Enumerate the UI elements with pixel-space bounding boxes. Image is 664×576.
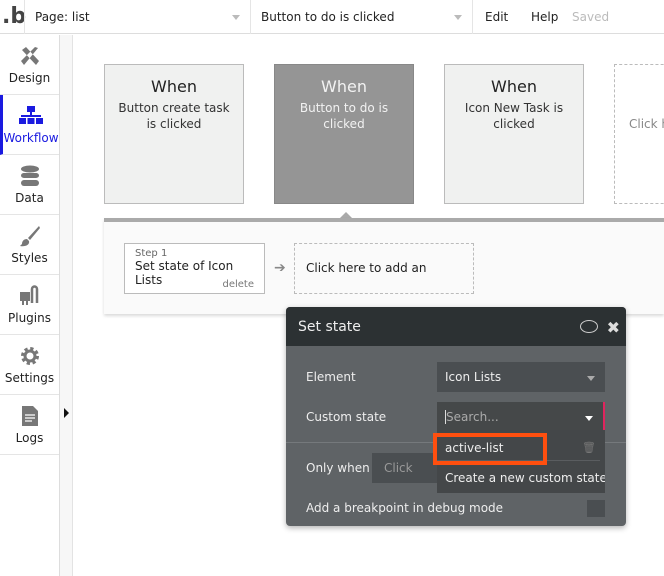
top-bar: .b Page: list Button to do is clicked Ed… xyxy=(0,0,664,34)
add-event-text: Click h xyxy=(629,117,664,131)
delete-step-link[interactable]: delete xyxy=(222,279,254,290)
sidebar-item-workflow[interactable]: Workflow xyxy=(0,95,59,155)
sidebar-item-label: Styles xyxy=(11,251,48,265)
action-step[interactable]: Step 1 Set state of Icon Lists delete xyxy=(124,243,265,294)
panel-title: Set state xyxy=(298,319,361,335)
breakpoint-checkbox[interactable] xyxy=(587,500,605,517)
chevron-down-icon xyxy=(585,416,593,421)
design-icon xyxy=(0,35,59,71)
sidebar-item-plugins[interactable]: Plugins xyxy=(0,275,59,335)
highlight-box xyxy=(433,433,547,465)
custom-state-placeholder: Search... xyxy=(445,410,499,424)
plug-icon xyxy=(0,275,59,311)
workflow-icon xyxy=(3,95,59,131)
panel-header: Set state ✖ xyxy=(286,307,626,346)
only-when-placeholder: Click xyxy=(384,461,413,475)
sidebar-item-data[interactable]: Data xyxy=(0,155,59,215)
event-when: When xyxy=(321,77,367,96)
breakpoint-label: Add a breakpoint in debug mode xyxy=(306,501,504,515)
step-label: Step 1 xyxy=(135,248,168,259)
actions-bar: Step 1 Set state of Icon Lists delete ➔ … xyxy=(104,218,664,324)
event-when: When xyxy=(491,77,537,96)
sidebar: Design Workflow Data Styles Plugins Sett… xyxy=(0,35,60,576)
element-select[interactable]: Icon Lists xyxy=(437,362,605,392)
add-action-button[interactable]: Click here to add an action... xyxy=(294,243,474,324)
sidebar-item-label: Settings xyxy=(4,371,55,385)
element-value: Icon Lists xyxy=(445,370,502,384)
event-card-selected[interactable]: When Button to do is clicked xyxy=(274,64,414,204)
only-when-label: Only when xyxy=(306,461,370,475)
element-label: Element xyxy=(306,370,356,384)
close-icon[interactable]: ✖ xyxy=(607,307,620,348)
sidebar-item-label: Design xyxy=(8,71,51,85)
save-status: Saved xyxy=(572,10,610,24)
arrow-right-icon: ➔ xyxy=(274,260,286,276)
database-icon xyxy=(0,155,59,191)
expand-arrow-icon[interactable] xyxy=(64,408,69,418)
sidebar-item-settings[interactable]: Settings xyxy=(0,335,59,395)
sidebar-item-styles[interactable]: Styles xyxy=(0,215,59,275)
event-card[interactable]: When Button create task is clicked xyxy=(104,64,244,204)
sidebar-item-label: Data xyxy=(15,191,44,205)
sidebar-item-label: Workflow xyxy=(3,131,59,145)
brush-icon xyxy=(0,215,59,251)
event-when: When xyxy=(151,77,197,96)
set-state-panel: Set state ✖ Element Icon Lists Custom sta… xyxy=(286,307,626,526)
trash-icon[interactable]: 🗑 xyxy=(582,430,596,466)
custom-state-label: Custom state xyxy=(306,410,387,424)
sidebar-collapse-strip[interactable] xyxy=(60,35,73,576)
add-event-card[interactable]: Click h xyxy=(614,64,664,204)
chevron-down-icon xyxy=(587,376,595,381)
event-text: Button to do is clicked xyxy=(299,101,389,131)
create-custom-state-option[interactable]: Create a new custom state... xyxy=(437,461,605,492)
sidebar-item-label: Plugins xyxy=(8,311,51,325)
sidebar-item-design[interactable]: Design xyxy=(0,35,59,95)
event-select[interactable]: Button to do is clicked xyxy=(250,0,472,34)
sidebar-item-label: Logs xyxy=(15,431,44,445)
bubble-logo[interactable]: .b xyxy=(2,4,26,29)
chevron-down-icon xyxy=(232,15,240,20)
page-select[interactable]: Page: list xyxy=(24,0,250,34)
gear-icon xyxy=(0,335,59,371)
sidebar-item-logs[interactable]: Logs xyxy=(0,395,59,455)
event-card[interactable]: When Icon New Task is clicked xyxy=(444,64,584,204)
custom-state-search-input[interactable]: Search... xyxy=(437,402,605,432)
event-select-value: Button to do is clicked xyxy=(261,10,395,24)
event-text: Button create task is clicked xyxy=(118,101,230,131)
chevron-down-icon xyxy=(454,15,462,20)
help-menu[interactable]: Help xyxy=(531,0,558,34)
document-icon xyxy=(0,395,59,431)
comment-icon[interactable] xyxy=(580,320,598,333)
page-select-value: Page: list xyxy=(35,10,90,24)
only-when-input[interactable]: Click xyxy=(372,453,442,483)
event-text: Icon New Task is clicked xyxy=(464,101,564,131)
edit-menu[interactable]: Edit xyxy=(485,0,508,34)
